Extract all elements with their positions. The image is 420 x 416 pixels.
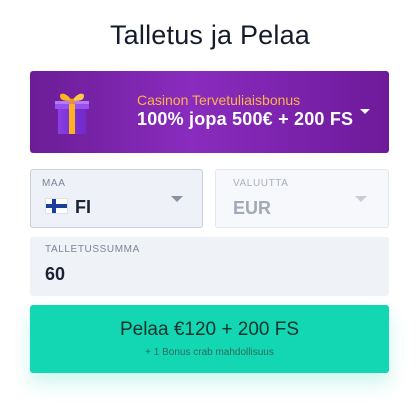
- country-value: FI: [75, 197, 91, 217]
- play-button-sublabel: + 1 Bonus crab mahdollisuus: [145, 347, 274, 358]
- play-button[interactable]: Pelaa €120 + 200 FS + 1 Bonus crab mahdo…: [30, 305, 389, 373]
- country-label: MAA: [42, 178, 66, 189]
- play-button-label: Pelaa €120 + 200 FS: [119, 319, 300, 340]
- chevron-down-icon: [171, 196, 183, 202]
- page-title: Talletus ja Pelaa: [109, 20, 311, 50]
- bonus-selector[interactable]: Casinon Tervetuliaisbonus 100% jopa 500€…: [30, 71, 389, 153]
- currency-label: VALUUTTA: [233, 178, 289, 189]
- currency-value: EUR: [233, 198, 272, 218]
- country-select[interactable]: MAA FI: [30, 169, 203, 228]
- deposit-amount-label: TALLETUSSUMMA: [45, 244, 140, 255]
- deposit-amount-field[interactable]: TALLETUSSUMMA 60: [30, 237, 389, 296]
- chevron-down-icon: [355, 196, 367, 202]
- finland-flag-icon: [46, 199, 67, 213]
- gift-icon: [55, 93, 89, 134]
- chevron-down-icon: [360, 109, 370, 114]
- bonus-subtitle: Casinon Tervetuliaisbonus: [137, 92, 301, 108]
- currency-select[interactable]: VALUUTTA EUR: [215, 169, 389, 228]
- deposit-amount-value[interactable]: 60: [45, 264, 65, 285]
- bonus-headline: 100% jopa 500€ + 200 FS: [137, 109, 354, 129]
